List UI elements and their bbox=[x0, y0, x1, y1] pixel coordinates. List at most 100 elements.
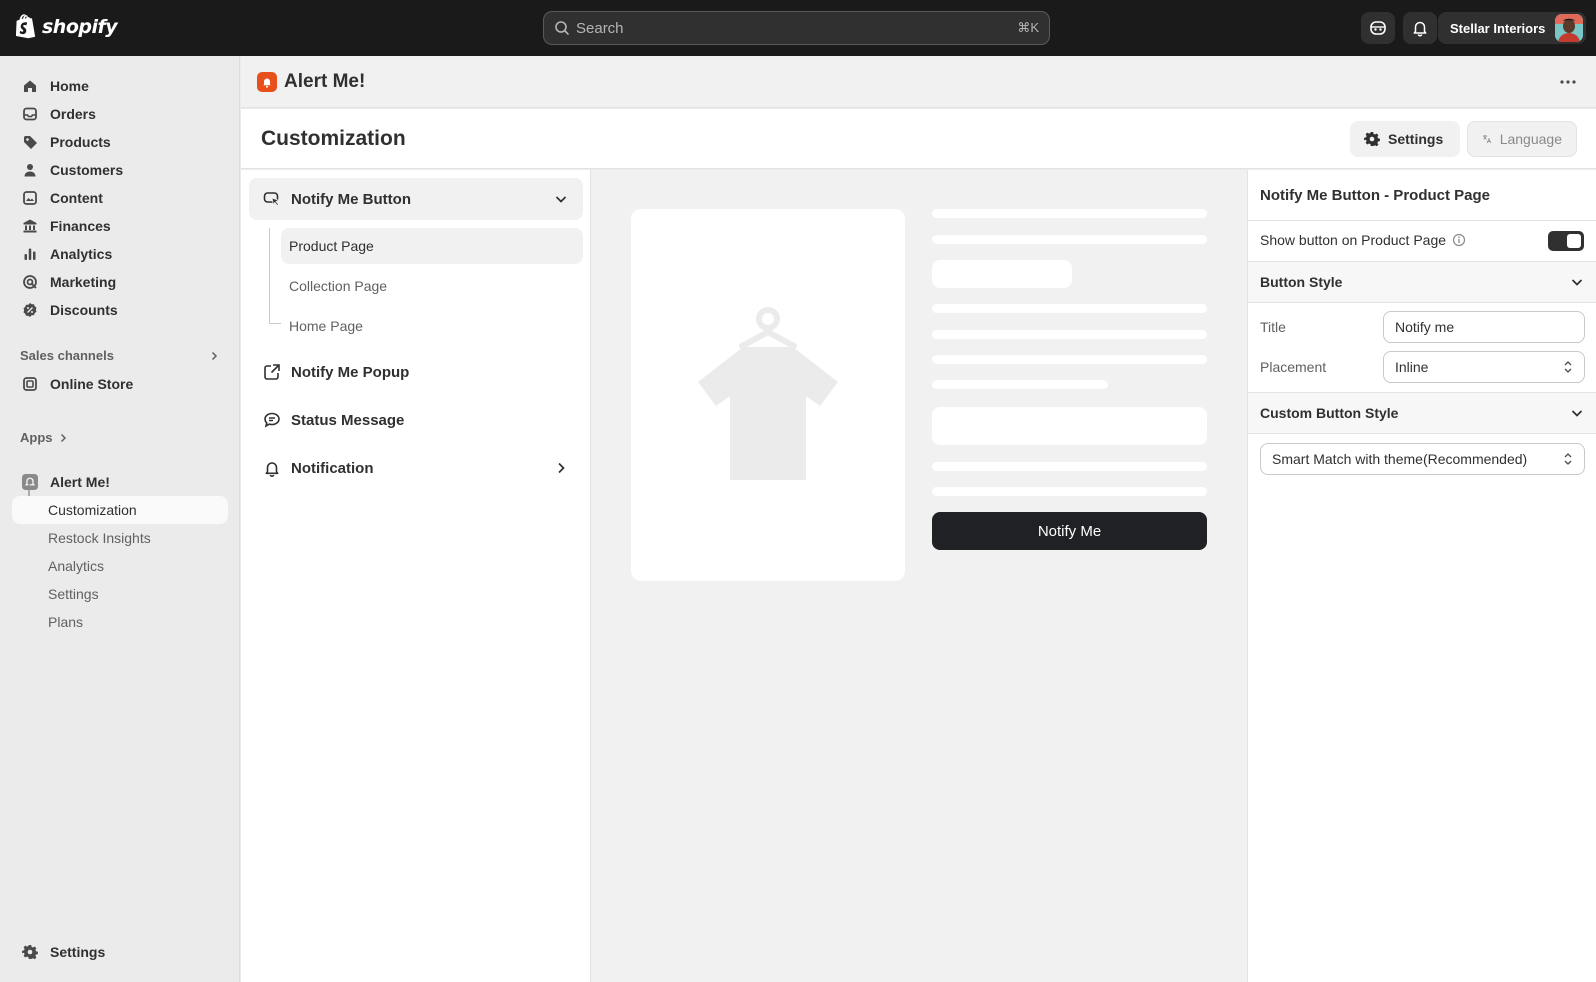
sidebar-item-label: Discounts bbox=[50, 302, 118, 318]
button-style-section-header[interactable]: Button Style bbox=[1248, 262, 1596, 302]
menu-item-label: Notify Me Popup bbox=[291, 363, 410, 381]
shopify-bag-icon bbox=[16, 14, 36, 39]
sidebar-item-label: Finances bbox=[50, 218, 111, 234]
top-bar: shopify Search ⌘K Stellar Interiors bbox=[0, 0, 1596, 56]
skeleton-line bbox=[932, 330, 1207, 339]
custom-style-select-value: Smart Match with theme(Recommended) bbox=[1272, 451, 1528, 467]
more-actions-button[interactable] bbox=[1556, 72, 1580, 92]
content-icon bbox=[23, 191, 37, 205]
language-button[interactable]: Language bbox=[1467, 121, 1577, 157]
sidebar-item-online-store[interactable]: Online Store bbox=[12, 370, 228, 398]
shopify-logo[interactable]: shopify bbox=[16, 14, 118, 40]
notify-me-preview-button[interactable]: Notify Me bbox=[932, 512, 1207, 550]
brand-name: shopify bbox=[42, 16, 118, 38]
chevron-down-icon bbox=[555, 196, 567, 203]
custom-button-style-section-header[interactable]: Custom Button Style bbox=[1248, 393, 1596, 433]
custom-button-style-label: Custom Button Style bbox=[1260, 405, 1399, 421]
placement-select-value: Inline bbox=[1395, 359, 1429, 375]
more-horizontal-icon bbox=[1560, 80, 1576, 84]
sidebar-subitem-settings[interactable]: Settings bbox=[12, 580, 228, 608]
menu-subitem-collection-page[interactable]: Collection Page bbox=[281, 268, 583, 304]
sidebar-item-label: Alert Me! bbox=[50, 474, 110, 490]
store-menu-button[interactable]: Stellar Interiors bbox=[1438, 12, 1586, 44]
search-shortcut: ⌘K bbox=[1017, 20, 1039, 35]
sidebar-item-content[interactable]: Content bbox=[12, 184, 228, 212]
title-input[interactable]: Notify me bbox=[1383, 311, 1585, 343]
menu-notification[interactable]: Notification bbox=[249, 447, 583, 489]
sales-channels-label: Sales channels bbox=[20, 348, 114, 363]
menu-status-message[interactable]: Status Message bbox=[249, 399, 583, 441]
chat-bubble-icon bbox=[264, 412, 280, 428]
info-icon[interactable] bbox=[1452, 233, 1466, 247]
menu-subitem-home-page[interactable]: Home Page bbox=[281, 308, 583, 344]
sidebar-item-label: Home bbox=[50, 78, 89, 94]
menu-item-label: Notify Me Button bbox=[291, 190, 411, 208]
sidebar-item-products[interactable]: Products bbox=[12, 128, 228, 156]
apps-label: Apps bbox=[20, 430, 53, 445]
menu-notify-me-button[interactable]: Notify Me Button bbox=[249, 178, 583, 220]
settings-panel: Notify Me Button - Product Page Show but… bbox=[1247, 170, 1596, 982]
language-icon bbox=[1482, 135, 1492, 144]
inbox-icon bbox=[23, 107, 37, 121]
sidebar-subitem-restock-insights[interactable]: Restock Insights bbox=[12, 524, 228, 552]
discount-icon bbox=[23, 303, 37, 317]
store-icon bbox=[23, 377, 37, 391]
button-style-label: Button Style bbox=[1260, 274, 1343, 290]
sidebar-item-label: Marketing bbox=[50, 274, 117, 290]
sidebar-subitem-plans[interactable]: Plans bbox=[12, 608, 228, 636]
product-page-preview: Notify Me bbox=[591, 170, 1247, 982]
tree-line bbox=[269, 323, 281, 324]
external-link-icon bbox=[264, 364, 280, 380]
custom-style-select[interactable]: Smart Match with theme(Recommended) bbox=[1260, 443, 1585, 475]
sidebar-subitem-customization[interactable]: Customization bbox=[12, 496, 228, 524]
cursor-click-icon bbox=[263, 192, 281, 207]
sidebar-item-home[interactable]: Home bbox=[12, 72, 228, 100]
notifications-button[interactable] bbox=[1403, 12, 1437, 44]
sidebar-item-label: Customers bbox=[50, 162, 124, 178]
menu-notify-me-popup[interactable]: Notify Me Popup bbox=[249, 351, 583, 393]
bell-icon bbox=[1413, 21, 1427, 37]
sidebar-item-label: Content bbox=[50, 190, 103, 206]
sidebar-item-settings[interactable]: Settings bbox=[12, 938, 228, 966]
settings-button-label: Settings bbox=[1388, 131, 1444, 147]
sidebar-item-label: Orders bbox=[50, 106, 96, 122]
bank-icon bbox=[23, 219, 37, 233]
bell-icon bbox=[265, 462, 279, 477]
menu-subitem-product-page[interactable]: Product Page bbox=[281, 228, 583, 264]
skeleton-line bbox=[932, 304, 1207, 313]
chevron-right-icon bbox=[60, 433, 66, 442]
toggle-knob bbox=[1567, 234, 1581, 248]
show-button-toggle[interactable] bbox=[1548, 231, 1584, 251]
skeleton-line bbox=[932, 487, 1207, 496]
avatar bbox=[1555, 14, 1584, 42]
sidebar-item-alert-me[interactable]: Alert Me! bbox=[12, 468, 228, 496]
bell-icon bbox=[263, 78, 271, 88]
sidebar: Home Orders Products Customers Content F… bbox=[0, 56, 240, 982]
avatar-image bbox=[1555, 14, 1584, 42]
skeleton-price bbox=[932, 260, 1072, 288]
skeleton-line bbox=[932, 462, 1207, 471]
sales-channels-header[interactable]: Sales channels bbox=[20, 348, 220, 363]
sidebar-item-orders[interactable]: Orders bbox=[12, 100, 228, 128]
chevron-right-icon bbox=[211, 351, 218, 360]
bar-chart-icon bbox=[24, 248, 36, 260]
search-bar[interactable]: Search ⌘K bbox=[543, 11, 1050, 45]
apps-header[interactable]: Apps bbox=[20, 430, 69, 445]
show-button-row: Show button on Product Page bbox=[1260, 232, 1466, 248]
sidebar-item-label: Analytics bbox=[50, 246, 113, 262]
sidebar-item-marketing[interactable]: Marketing bbox=[12, 268, 228, 296]
sidebar-item-discounts[interactable]: Discounts bbox=[12, 296, 228, 324]
sidebar-item-analytics[interactable]: Analytics bbox=[12, 240, 228, 268]
placement-select[interactable]: Inline bbox=[1383, 351, 1585, 383]
sidebar-item-finances[interactable]: Finances bbox=[12, 212, 228, 240]
app-title: Alert Me! bbox=[284, 70, 366, 92]
sidebar-subitem-analytics[interactable]: Analytics bbox=[12, 552, 228, 580]
placement-field-label: Placement bbox=[1260, 359, 1327, 375]
gear-icon bbox=[1364, 132, 1380, 147]
sidebar-item-customers[interactable]: Customers bbox=[12, 156, 228, 184]
app-header: Alert Me! bbox=[241, 56, 1596, 108]
skeleton-line bbox=[932, 380, 1108, 389]
skeleton-variant-box bbox=[932, 407, 1207, 445]
settings-button[interactable]: Settings bbox=[1350, 121, 1460, 157]
sidekick-button[interactable] bbox=[1361, 12, 1395, 44]
